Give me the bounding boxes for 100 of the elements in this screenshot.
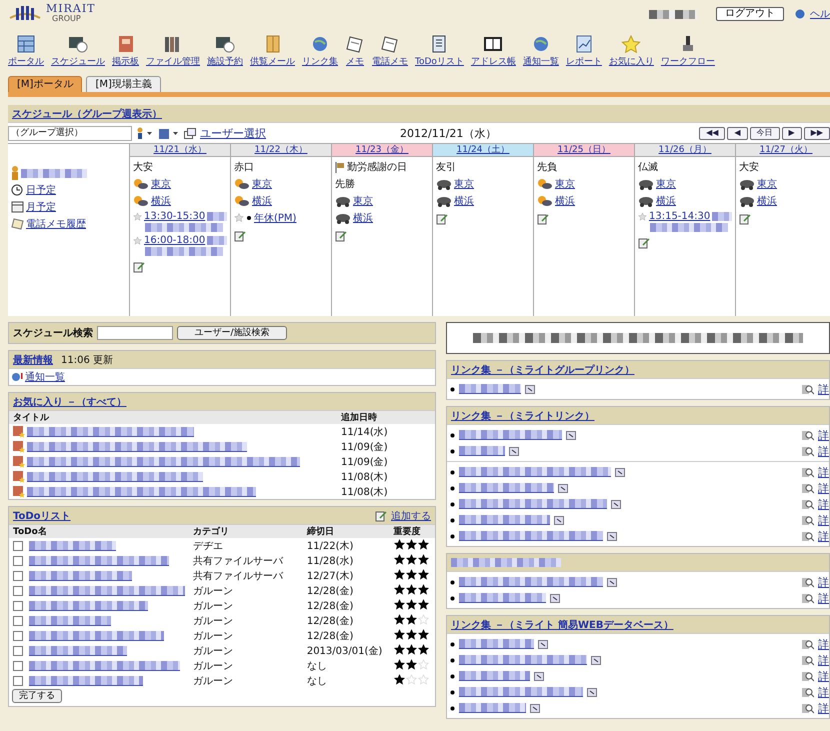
user-select-link[interactable]: ユーザー選択 (200, 126, 266, 140)
checkbox[interactable] (13, 676, 23, 686)
blurred-link[interactable] (29, 586, 185, 596)
search-button[interactable]: ユーザー/施設検索 (177, 326, 287, 340)
day-header[interactable]: 11/22（木） (231, 144, 331, 157)
search-field[interactable] (97, 326, 173, 340)
blurred-link[interactable] (29, 616, 111, 626)
building-dropdown-icon[interactable] (158, 127, 180, 139)
weather-city-link[interactable]: 横浜 (454, 194, 474, 208)
tab[interactable]: [M]ポータル (8, 76, 82, 92)
event-time-link[interactable]: 13:30-15:30 (144, 211, 206, 222)
blurred-link[interactable] (29, 646, 127, 656)
nav-button[interactable]: ◀ (727, 126, 748, 140)
event-time-link[interactable]: 13:15-14:30 (648, 211, 710, 222)
external-link-icon[interactable] (525, 384, 535, 394)
weather-city-link[interactable]: 東京 (757, 177, 777, 191)
checkbox[interactable] (13, 586, 23, 596)
blurred-link[interactable] (459, 446, 505, 456)
nav-button[interactable]: ▶▶ (804, 126, 830, 140)
detail-link[interactable]: 詳 (818, 382, 829, 396)
external-link-icon[interactable] (566, 430, 576, 440)
blurred-link[interactable] (29, 676, 143, 686)
note-edit-icon[interactable] (638, 237, 650, 249)
blurred-link[interactable] (459, 499, 607, 509)
day-header[interactable]: 11/24（土） (433, 144, 533, 157)
weather-city-link[interactable]: 東京 (151, 177, 171, 191)
weather-city-link[interactable]: 横浜 (555, 194, 575, 208)
blurred-link[interactable] (459, 467, 611, 477)
person-dropdown-icon[interactable] (136, 127, 154, 139)
complete-button[interactable]: 完了する (12, 689, 62, 703)
checkbox[interactable] (13, 556, 23, 566)
external-link-icon[interactable] (591, 656, 601, 664)
blurred-link[interactable] (29, 556, 169, 566)
blurred-link[interactable] (459, 430, 562, 440)
detail-link[interactable]: 詳 (818, 652, 829, 668)
toolbar-item[interactable]: 掲示板 (112, 35, 139, 68)
tab[interactable]: [M]現場主義 (86, 76, 161, 92)
nav-button[interactable]: ◀◀ (699, 126, 726, 140)
toolbar-item[interactable]: お気に入り (608, 35, 654, 68)
toolbar-item[interactable]: リンク集 (302, 35, 338, 68)
checkbox[interactable] (13, 570, 23, 580)
blurred-link[interactable] (459, 483, 554, 493)
weather-city-link[interactable]: 横浜 (353, 211, 373, 225)
note-edit-icon[interactable] (133, 261, 145, 273)
note-edit-icon[interactable] (234, 230, 246, 242)
section-title-link[interactable]: ToDoリスト (13, 508, 71, 522)
blurred-link[interactable] (459, 515, 550, 525)
blurred-link[interactable] (27, 486, 256, 496)
checkbox[interactable] (13, 600, 23, 610)
detail-link[interactable]: 詳 (818, 480, 829, 496)
note-edit-icon[interactable] (537, 213, 549, 225)
detail-link[interactable]: 詳 (818, 428, 829, 442)
external-link-icon[interactable] (530, 704, 540, 712)
toolbar-item[interactable]: メモ (345, 35, 365, 68)
day-header[interactable]: 11/23（金） (332, 144, 432, 157)
weather-city-link[interactable]: 東京 (252, 177, 272, 191)
blurred-link[interactable] (27, 456, 300, 466)
weather-city-link[interactable]: 横浜 (656, 194, 676, 208)
checkbox[interactable] (13, 630, 23, 640)
blurred-link[interactable] (459, 687, 583, 697)
blurred-link[interactable] (459, 671, 530, 681)
toolbar-item[interactable]: アドレス帳 (470, 35, 516, 68)
external-link-icon[interactable] (587, 688, 597, 696)
external-link-icon[interactable] (509, 446, 519, 456)
event-link[interactable]: 年休(PM) (254, 211, 296, 225)
external-link-icon[interactable] (611, 500, 621, 508)
external-link-icon[interactable] (550, 594, 560, 602)
nav-button[interactable]: 今日 (750, 126, 780, 140)
toolbar-item[interactable]: スケジュール (51, 35, 105, 68)
schedule-view-link[interactable]: 電話メモ履歴 (26, 217, 86, 231)
external-link-icon[interactable] (607, 532, 617, 540)
blurred-link[interactable] (459, 703, 526, 713)
weather-city-link[interactable]: 横浜 (252, 194, 272, 208)
blurred-link[interactable] (459, 577, 603, 587)
event-time-link[interactable]: 16:00-18:00 (144, 235, 206, 246)
blurred-link[interactable] (29, 660, 180, 670)
detail-link[interactable]: 詳 (818, 512, 829, 528)
detail-link[interactable]: 詳 (818, 700, 829, 716)
note-edit-icon[interactable] (436, 213, 448, 225)
toolbar-item[interactable]: ポータル (8, 35, 44, 68)
logout-button[interactable]: ログアウト (716, 7, 784, 21)
external-link-icon[interactable] (558, 484, 568, 492)
checkbox[interactable] (13, 646, 23, 656)
blurred-link[interactable] (29, 600, 148, 610)
detail-link[interactable]: 詳 (818, 590, 829, 606)
toolbar-item[interactable]: 電話メモ (372, 35, 408, 68)
external-link-icon[interactable] (615, 468, 625, 476)
day-header[interactable]: 11/21（水） (130, 144, 230, 157)
detail-link[interactable]: 詳 (818, 684, 829, 700)
toolbar-item[interactable]: 施設予約 (207, 35, 243, 68)
add-todo-link[interactable]: 追加する (391, 508, 431, 522)
external-link-icon[interactable] (607, 578, 617, 586)
checkbox[interactable] (13, 616, 23, 626)
blurred-link[interactable] (29, 540, 116, 550)
blurred-link[interactable] (27, 472, 203, 482)
detail-link[interactable]: 詳 (818, 636, 829, 652)
day-header[interactable]: 11/27（火） (736, 144, 830, 157)
detail-link[interactable]: 詳 (818, 496, 829, 512)
weather-city-link[interactable]: 東京 (454, 177, 474, 191)
note-edit-icon[interactable] (739, 213, 751, 225)
